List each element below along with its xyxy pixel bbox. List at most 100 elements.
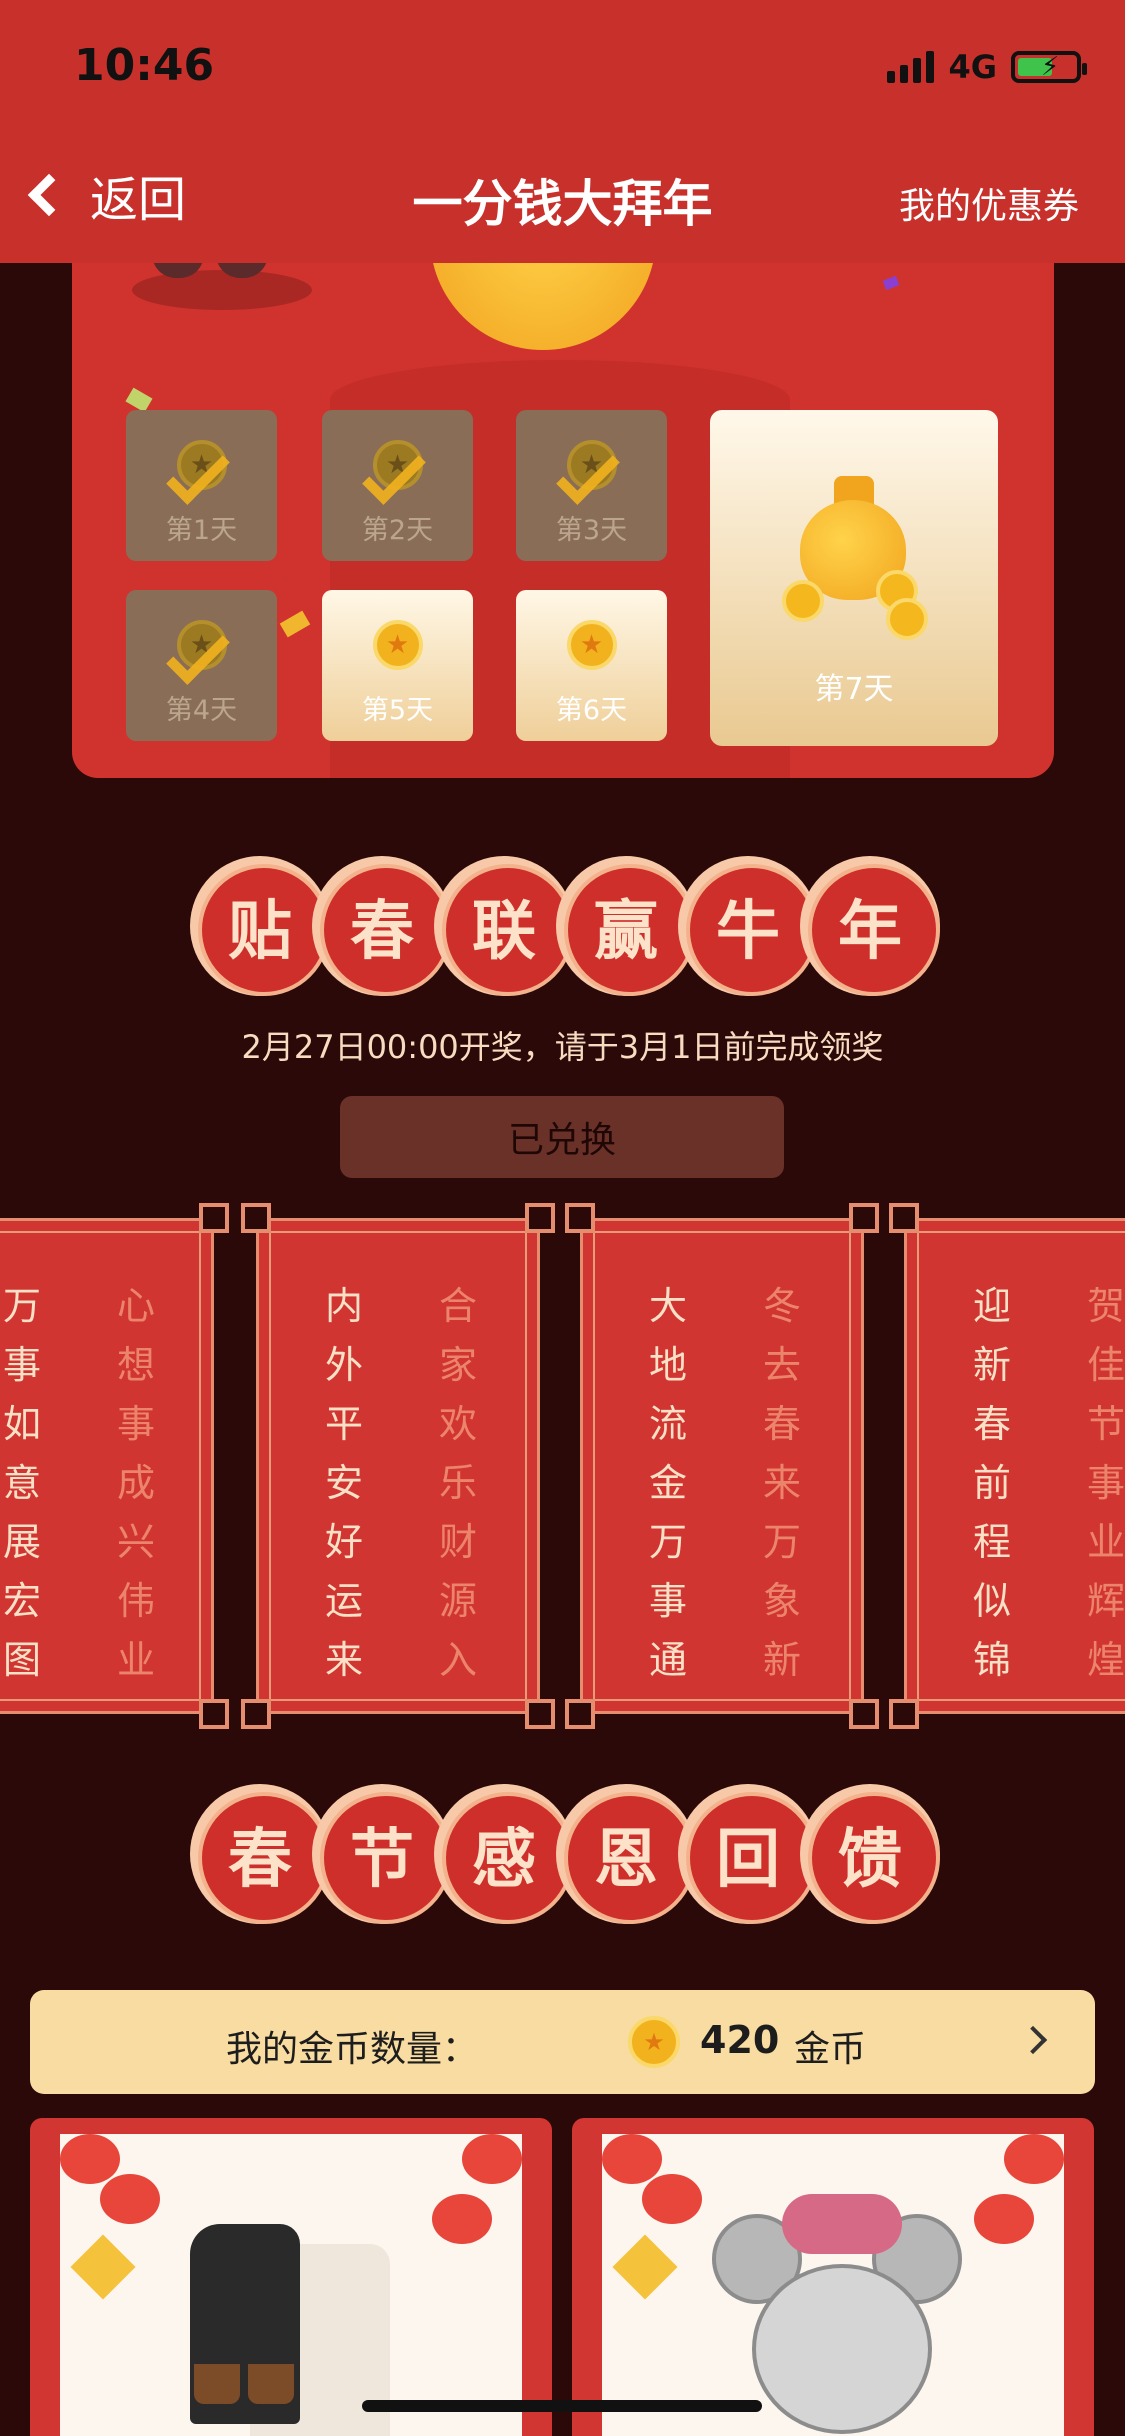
- couplet-char: 平: [325, 1402, 364, 1446]
- couplet-char: 图: [3, 1638, 42, 1682]
- couplet-char: 乐: [439, 1461, 478, 1505]
- couplet-char: 欢: [439, 1402, 478, 1446]
- top-bar: 10:46 4G ⚡ 返回 一分钱大拜年 我的优惠券: [0, 0, 1125, 263]
- couplet-char: 新: [973, 1343, 1012, 1387]
- couplet-char: 春: [763, 1402, 802, 1446]
- title-char: 春: [190, 1784, 330, 1924]
- home-indicator: [362, 2400, 762, 2412]
- couplet-char: 流: [649, 1402, 688, 1446]
- chevron-right-icon: [1018, 2025, 1048, 2055]
- redeemed-button[interactable]: 已兑换: [340, 1096, 784, 1178]
- couplet-char: 锦: [973, 1638, 1012, 1682]
- couplet-char: 源: [439, 1579, 478, 1623]
- gold-coin-bar[interactable]: 我的金币数量： ★ 420 金币: [30, 1990, 1095, 2094]
- couplet-char: 春: [973, 1402, 1012, 1446]
- section-title-rewards: 春 节 感 恩 回 馈: [190, 1784, 940, 1924]
- couplet-char: 成: [117, 1461, 156, 1505]
- signin-day-7[interactable]: 第7天: [710, 410, 998, 746]
- title-char: 贴: [190, 856, 330, 996]
- signin-day-2[interactable]: ★ 第2天: [322, 410, 473, 561]
- signal-icon: [887, 51, 935, 83]
- couplet-char: 事: [1087, 1461, 1125, 1505]
- signin-day-6[interactable]: ★ 第6天: [516, 590, 667, 741]
- lantern-decoration: [100, 2174, 160, 2224]
- status-time: 10:46: [74, 40, 215, 91]
- couplet-char: 象: [763, 1579, 802, 1623]
- signin-day-1[interactable]: ★ 第1天: [126, 410, 277, 561]
- couplet-char: 兴: [117, 1520, 156, 1564]
- lantern-decoration: [602, 2134, 662, 2184]
- couplet-char: 安: [325, 1461, 364, 1505]
- title-char: 感: [434, 1784, 574, 1924]
- signin-card: ★ 第1天 ★ 第2天 ★ 第3天 ★ 第4天 ★ 第5天 ★ 第6天 第7天: [72, 210, 1054, 778]
- product-card[interactable]: [30, 2118, 552, 2436]
- fu-charm-decoration: [70, 2234, 136, 2300]
- title-char: 回: [678, 1784, 818, 1924]
- couplet-char: 外: [325, 1343, 364, 1387]
- title-char: 馈: [800, 1784, 940, 1924]
- couplet-char: 心: [117, 1284, 156, 1328]
- couplet-char: 入: [439, 1638, 478, 1682]
- couplet-char: 来: [325, 1638, 364, 1682]
- couplet-card[interactable]: 大地流金万事通 冬去春来万象新: [565, 1203, 879, 1729]
- couplet-char: 前: [973, 1461, 1012, 1505]
- couplet-char: 新: [763, 1638, 802, 1682]
- couplet-card[interactable]: 内外平安好运来 合家欢乐财源入: [241, 1203, 555, 1729]
- product-image-coffee-machine: [60, 2134, 522, 2436]
- status-icons: 4G ⚡: [887, 48, 1087, 86]
- couplet-char: 迎: [973, 1284, 1012, 1328]
- title-char: 年: [800, 856, 940, 996]
- couplet-char: 伟: [117, 1579, 156, 1623]
- lantern-decoration: [60, 2134, 120, 2184]
- couplet-char: 事: [3, 1343, 42, 1387]
- product-card[interactable]: [572, 2118, 1094, 2436]
- couplet-char: 意: [3, 1461, 42, 1505]
- coin-icon: ★: [628, 2016, 680, 2068]
- signin-day-5[interactable]: ★ 第5天: [322, 590, 473, 741]
- couplet-char: 去: [763, 1343, 802, 1387]
- draw-notice: 2月27日00:00开奖，请于3月1日前完成领奖: [241, 1028, 884, 1066]
- title-char: 赢: [556, 856, 696, 996]
- fu-charm-decoration: [612, 2234, 678, 2300]
- day-label: 第2天: [361, 515, 434, 546]
- couplet-char: 辉: [1087, 1579, 1125, 1623]
- coin-icon: ★: [566, 620, 617, 670]
- couplet-char: 合: [439, 1284, 478, 1328]
- couplet-char: 好: [325, 1520, 364, 1564]
- lantern-decoration: [974, 2194, 1034, 2244]
- lantern-decoration: [432, 2194, 492, 2244]
- couplet-char: 如: [3, 1402, 42, 1446]
- couplet-char: 事: [649, 1579, 688, 1623]
- couplet-char: 程: [973, 1520, 1012, 1564]
- coin-icon: [886, 598, 928, 640]
- day-label: 第4天: [165, 695, 238, 726]
- couplet-char: 大: [649, 1284, 688, 1328]
- title-char: 牛: [678, 856, 818, 996]
- section-title-couplets: 贴 春 联 赢 牛 年: [190, 856, 940, 996]
- couplet-char: 展: [3, 1520, 42, 1564]
- couplet-char: 财: [439, 1520, 478, 1564]
- signin-day-3[interactable]: ★ 第3天: [516, 410, 667, 561]
- couplet-char: 业: [117, 1638, 156, 1682]
- day-label: 第7天: [814, 672, 894, 707]
- title-char: 春: [312, 856, 452, 996]
- network-label: 4G: [948, 48, 997, 86]
- gold-unit: 金币: [794, 2029, 867, 2070]
- couplet-char: 似: [973, 1579, 1012, 1623]
- product-image-charm: [602, 2134, 1064, 2436]
- couplet-card[interactable]: 万事如意展宏图 心想事成兴伟业: [0, 1203, 229, 1729]
- couplet-char: 运: [325, 1579, 364, 1623]
- my-coupons-link[interactable]: 我的优惠券: [899, 177, 1079, 229]
- couplet-char: 事: [117, 1402, 156, 1446]
- couplet-char: 煌: [1087, 1638, 1125, 1682]
- day-label: 第3天: [555, 515, 628, 546]
- couplet-card[interactable]: 迎新春前程似锦 贺佳节事业辉煌: [889, 1203, 1125, 1729]
- couplet-char: 万: [3, 1284, 42, 1328]
- day-label: 第5天: [361, 695, 434, 726]
- couplet-char: 家: [439, 1343, 478, 1387]
- title-char: 恩: [556, 1784, 696, 1924]
- couplet-char: 冬: [763, 1284, 802, 1328]
- signin-day-4[interactable]: ★ 第4天: [126, 590, 277, 741]
- lantern-decoration: [1004, 2134, 1064, 2184]
- battery-icon: ⚡: [1011, 51, 1087, 83]
